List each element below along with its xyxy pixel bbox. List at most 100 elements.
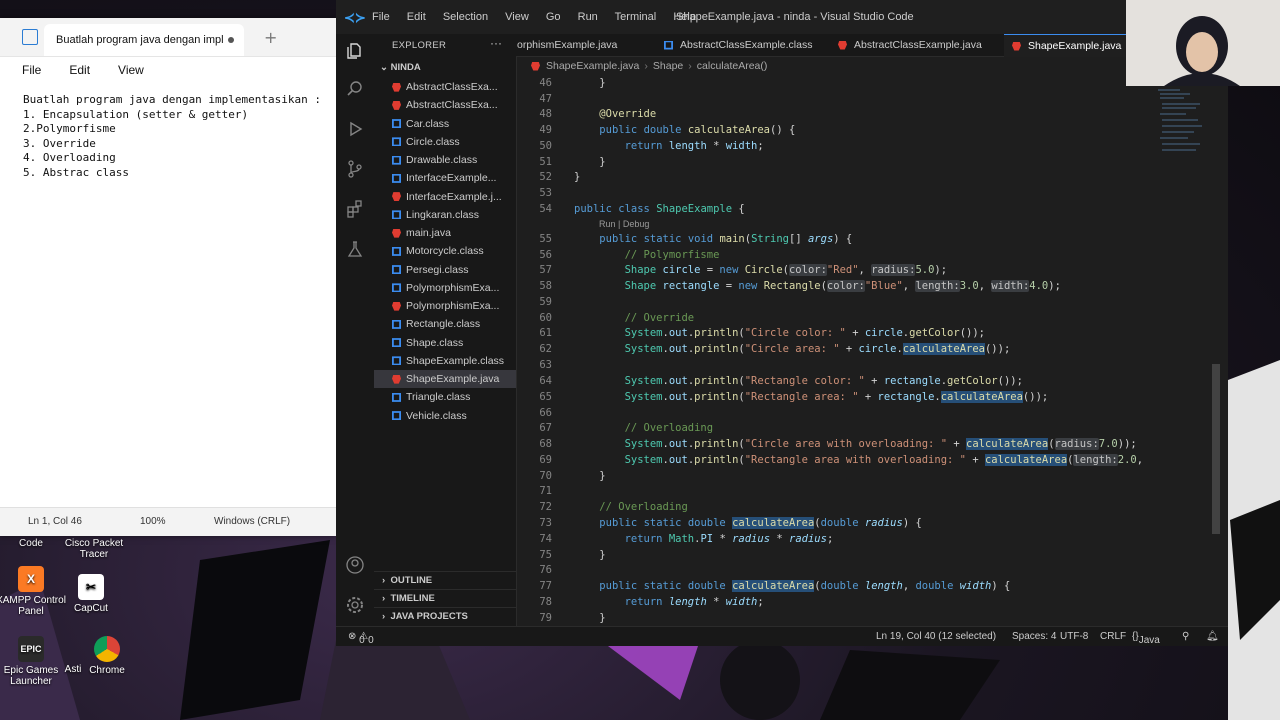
file-tree-item[interactable]: Rectangle.class — [374, 315, 516, 333]
file-tree-item[interactable]: Vehicle.class — [374, 407, 516, 425]
notepad-menu-edit[interactable]: Edit — [69, 63, 90, 77]
java-projects-section[interactable]: › JAVA PROJECTS — [374, 607, 516, 625]
desktop-icon-code[interactable]: Code — [0, 538, 66, 549]
java-file-icon — [392, 192, 401, 202]
line-ending[interactable]: CRLF — [1100, 631, 1126, 642]
file-tree-item[interactable]: PolymorphismExa... — [374, 279, 516, 297]
notepad-tab[interactable]: Buatlah program java dengan impl — [44, 24, 244, 56]
notepad-text-area[interactable]: Buatlah program java dengan implementasi… — [0, 83, 336, 181]
language-label: Java — [1138, 635, 1160, 646]
source-control-icon[interactable] — [336, 154, 374, 184]
tab-polymorphism-example[interactable]: orphismExample.java — [516, 34, 647, 56]
account-icon[interactable] — [336, 550, 374, 580]
file-name: Circle.class — [406, 135, 460, 148]
vscode-logo-icon: ≺≻ — [344, 10, 366, 25]
extensions-icon[interactable] — [336, 194, 374, 224]
epic-games-icon: EPIC — [18, 636, 44, 662]
settings-gear-icon[interactable] — [336, 590, 374, 620]
xampp-icon: X — [18, 566, 44, 592]
notepad-tab-title: Buatlah program java dengan impl — [56, 34, 224, 46]
menu-selection[interactable]: Selection — [443, 11, 488, 23]
menu-run[interactable]: Run — [578, 11, 598, 23]
file-name: Vehicle.class — [406, 409, 467, 422]
search-icon[interactable] — [336, 74, 374, 104]
file-tree-item[interactable]: InterfaceExample.j... — [374, 188, 516, 206]
menu-file[interactable]: File — [372, 11, 390, 23]
file-tree-item[interactable]: AbstractClassExa... — [374, 78, 516, 96]
code-line: // Overloading — [599, 501, 688, 513]
file-tree-item[interactable]: Circle.class — [374, 133, 516, 151]
indentation[interactable]: Spaces: 4 — [1012, 631, 1056, 642]
chevron-right-icon: › — [382, 575, 391, 586]
breadcrumb-class[interactable]: Shape — [653, 60, 683, 72]
run-debug-codelens[interactable]: Run | Debug — [599, 219, 649, 229]
new-tab-plus-icon[interactable]: + — [264, 28, 277, 47]
line-number: 74 — [539, 533, 552, 545]
class-file-icon — [392, 210, 401, 220]
run-debug-icon[interactable] — [336, 114, 374, 144]
file-tree-item[interactable]: InterfaceExample... — [374, 169, 516, 187]
desktop-icon-epic[interactable]: EPIC Epic Games Launcher — [0, 636, 66, 687]
file-tree-item[interactable]: Motorcycle.class — [374, 242, 516, 260]
file-tree-item[interactable]: Triangle.class — [374, 388, 516, 406]
outline-section[interactable]: › OUTLINE — [374, 571, 516, 589]
explorer-header: EXPLORER — [392, 40, 447, 51]
file-tree-item[interactable]: Lingkaran.class — [374, 206, 516, 224]
tab-abstract-class-example-java[interactable]: AbstractClassExample.java — [836, 34, 1008, 56]
code-editor[interactable]: 46 47 48 49 50 51 52 53 54 55 56 57 58 59 60 61 62 63 64 65… — [516, 74, 1150, 626]
problems-indicator[interactable]: ⊗ 0 ⚠ 0 — [348, 631, 374, 646]
timeline-section[interactable]: › TIMELINE — [374, 589, 516, 607]
desktop-icon-label: CapCut — [74, 603, 108, 614]
presenter-avatar — [1126, 0, 1280, 86]
tab-shape-example-java[interactable]: ShapeExample.java — [1004, 34, 1132, 57]
line-number: 75 — [539, 549, 552, 561]
file-tree-item[interactable]: main.java — [374, 224, 516, 242]
notifications-bell-icon[interactable]: 🔔︎ — [1206, 631, 1219, 642]
file-tree-item[interactable]: AbstractClassExa... — [374, 96, 516, 114]
folder-ninda[interactable]: ⌄ NINDA — [380, 62, 421, 73]
testing-flask-icon[interactable] — [336, 234, 374, 264]
file-tree-item[interactable]: ShapeExample.java — [374, 370, 516, 389]
notepad-menu-view[interactable]: View — [118, 63, 144, 77]
breadcrumb-method[interactable]: calculateArea() — [697, 60, 768, 72]
breadcrumb-file[interactable]: ShapeExample.java — [546, 60, 639, 72]
feedback-icon[interactable]: ⚲ — [1182, 631, 1189, 642]
code-line: // Override — [624, 312, 695, 324]
desktop-icon-chrome[interactable]: Chrome — [74, 636, 140, 676]
chevron-right-icon: › — [382, 611, 391, 622]
tab-abstract-class-example-class[interactable]: AbstractClassExample.class — [656, 34, 834, 56]
code-line: // Polymorfisme — [624, 249, 720, 261]
menu-edit[interactable]: Edit — [407, 11, 426, 23]
chevron-right-icon: › — [688, 60, 692, 72]
file-name: ShapeExample.java — [406, 373, 500, 386]
file-tree-item[interactable]: ShapeExample.class — [374, 352, 516, 370]
menu-terminal[interactable]: Terminal — [615, 11, 657, 23]
unsaved-dot-icon[interactable] — [228, 37, 234, 43]
file-tree: AbstractClassExa... AbstractClassExa... Ca… — [374, 78, 516, 425]
desktop-icon-capcut[interactable]: ✂ CapCut — [56, 574, 126, 614]
file-tree-item[interactable]: Persegi.class — [374, 261, 516, 279]
code-line: return length * width; — [624, 596, 764, 608]
editor-scrollbar[interactable] — [1212, 364, 1220, 534]
menu-go[interactable]: Go — [546, 11, 561, 23]
cursor-position[interactable]: Ln 19, Col 40 (12 selected) — [876, 631, 996, 642]
notepad-eol: Windows (CRLF) — [214, 516, 291, 527]
line-number: 70 — [539, 470, 552, 482]
code-line: } — [574, 612, 606, 624]
file-tree-item[interactable]: Shape.class — [374, 334, 516, 352]
language-mode[interactable]: {} Java — [1132, 631, 1160, 646]
code-line: System.out.println("Rectangle area with … — [624, 454, 1144, 466]
file-name: Motorcycle.class — [406, 245, 484, 258]
file-tree-item[interactable]: PolymorphismExa... — [374, 297, 516, 315]
desktop-icon-cisco[interactable]: Cisco Packet Tracer — [58, 538, 130, 560]
line-number: 51 — [539, 156, 552, 168]
line-number: 77 — [539, 580, 552, 592]
encoding[interactable]: UTF-8 — [1060, 631, 1088, 642]
more-actions-icon[interactable]: ··· — [490, 36, 502, 50]
menu-view[interactable]: View — [505, 11, 529, 23]
file-tree-item[interactable]: Drawable.class — [374, 151, 516, 169]
explorer-icon[interactable] — [336, 36, 374, 66]
minimap[interactable] — [1150, 74, 1220, 626]
notepad-menu-file[interactable]: File — [22, 63, 41, 77]
file-tree-item[interactable]: Car.class — [374, 115, 516, 133]
